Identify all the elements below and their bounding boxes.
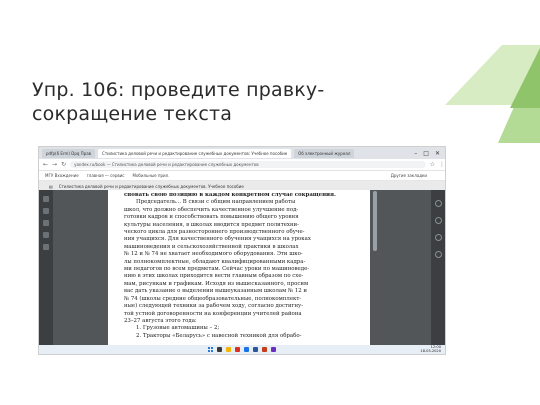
- back-icon[interactable]: ←: [43, 161, 48, 168]
- bookmarks-bar: МГУ Вхождение главная — сервис Мобильные…: [39, 171, 445, 181]
- text-line: той устной договоренности на конференции…: [124, 310, 302, 317]
- word-icon[interactable]: [253, 347, 258, 352]
- yandex-browser-icon[interactable]: [235, 347, 240, 352]
- search-icon[interactable]: [217, 347, 222, 352]
- document-page: сновать свою позицию в каждом конкретном…: [108, 190, 370, 347]
- browser-tab-bar: pdfp(6 Erm) Dpq Прав Стилистика деловой …: [39, 147, 445, 159]
- left-toolbar: [39, 190, 53, 347]
- browser-tab[interactable]: Об электронный журнал: [294, 148, 355, 158]
- text-line: вас дать указание о выделении вышеуказан…: [124, 288, 308, 295]
- scrollbar[interactable]: [373, 191, 377, 251]
- browser-tab[interactable]: pdfp(6 Erm) Dpq Прав: [42, 148, 96, 158]
- text-line: № 12 и № 74 не хватает необходимого обор…: [124, 251, 303, 258]
- right-toolbar: [431, 190, 445, 347]
- text-line: культуры населения, в школах вводится пр…: [124, 221, 299, 228]
- tab-label: Об электронный журнал: [298, 150, 351, 156]
- slide-title: Упр. 106: проведите правку-сокращение те…: [32, 79, 325, 125]
- tool-icon[interactable]: [43, 232, 49, 238]
- star-icon[interactable]: ☆: [430, 161, 435, 168]
- tool-icon[interactable]: [43, 196, 49, 202]
- tool-icon[interactable]: [43, 244, 49, 250]
- settings-icon[interactable]: [434, 217, 442, 224]
- minimize-icon[interactable]: –: [414, 150, 417, 157]
- tool-icon[interactable]: [434, 251, 442, 258]
- menu-icon[interactable]: ⋮: [439, 161, 445, 168]
- bookmark-item[interactable]: Мобильные прил.: [133, 173, 170, 178]
- window-controls: – □ ✕: [414, 150, 445, 157]
- embedded-browser-screenshot: pdfp(6 Erm) Dpq Прав Стилистика деловой …: [38, 146, 446, 355]
- text-line: нию в этих школах приходится вести главн…: [124, 273, 304, 280]
- zoom-icon[interactable]: [434, 200, 442, 207]
- tray-date: 18.03.2020: [420, 348, 441, 353]
- reload-icon[interactable]: ↻: [61, 161, 66, 168]
- forward-icon[interactable]: →: [52, 161, 57, 168]
- tab-label: Стилистика деловой речи и редактирование…: [102, 150, 288, 156]
- tab-label: pdfp(6 Erm) Dpq Прав: [46, 150, 92, 156]
- tool-icon[interactable]: [43, 220, 49, 226]
- windows-start-icon[interactable]: [208, 347, 213, 352]
- app-icon[interactable]: [271, 347, 276, 352]
- system-tray-clock[interactable]: 12:00 18.03.2020: [420, 345, 441, 354]
- url-field[interactable]: yandex.ru/book — Стилистика деловой речи…: [70, 161, 426, 168]
- bookmark-item[interactable]: главная — сервис: [87, 173, 125, 178]
- folder-icon[interactable]: [226, 347, 231, 352]
- other-bookmarks[interactable]: Другие закладки: [391, 173, 445, 178]
- file-title: Стилистика деловой речи и редактирование…: [58, 183, 244, 189]
- text-line: Председатель... В связи с общим направле…: [136, 199, 296, 206]
- close-icon[interactable]: ✕: [435, 150, 440, 157]
- windows-taskbar: 12:00 18.03.2020: [39, 345, 445, 354]
- text-line: готовки кадров и способствовать повышени…: [124, 214, 299, 221]
- tool-icon[interactable]: [434, 234, 442, 241]
- text-line: 23–27 августа этого года:: [124, 317, 197, 324]
- maximize-icon[interactable]: □: [423, 150, 429, 157]
- browser-tab-active[interactable]: Стилистика деловой речи и редактирование…: [98, 148, 292, 158]
- powerpoint-icon[interactable]: [262, 347, 267, 352]
- chrome-icon[interactable]: [244, 347, 249, 352]
- bookmark-item[interactable]: МГУ Вхождение: [45, 173, 79, 178]
- address-bar: ← → ↻ yandex.ru/book — Стилистика делово…: [39, 159, 445, 171]
- tool-icon[interactable]: [43, 208, 49, 214]
- document-icon: ▤: [49, 183, 53, 189]
- text-line: ные) следующей техники за рабочем ходу, …: [124, 303, 304, 310]
- text-line: 1. Грузовые автомашины – 2;: [136, 325, 220, 332]
- text-line: ния учащихся. Для качественного обучения…: [124, 236, 311, 243]
- text-line: лы полнокомплектные, обладают квалифицир…: [124, 258, 306, 265]
- pdf-viewer: сновать свою позицию в каждом конкретном…: [39, 190, 445, 347]
- text-line: № 74 (школы средние общеобразовательные,…: [124, 295, 302, 302]
- text-line: 2. Тракторы «Беларусь» с навесной техник…: [136, 332, 302, 339]
- text-line: мам, рисункам и графикам. Исходя из выше…: [124, 280, 309, 287]
